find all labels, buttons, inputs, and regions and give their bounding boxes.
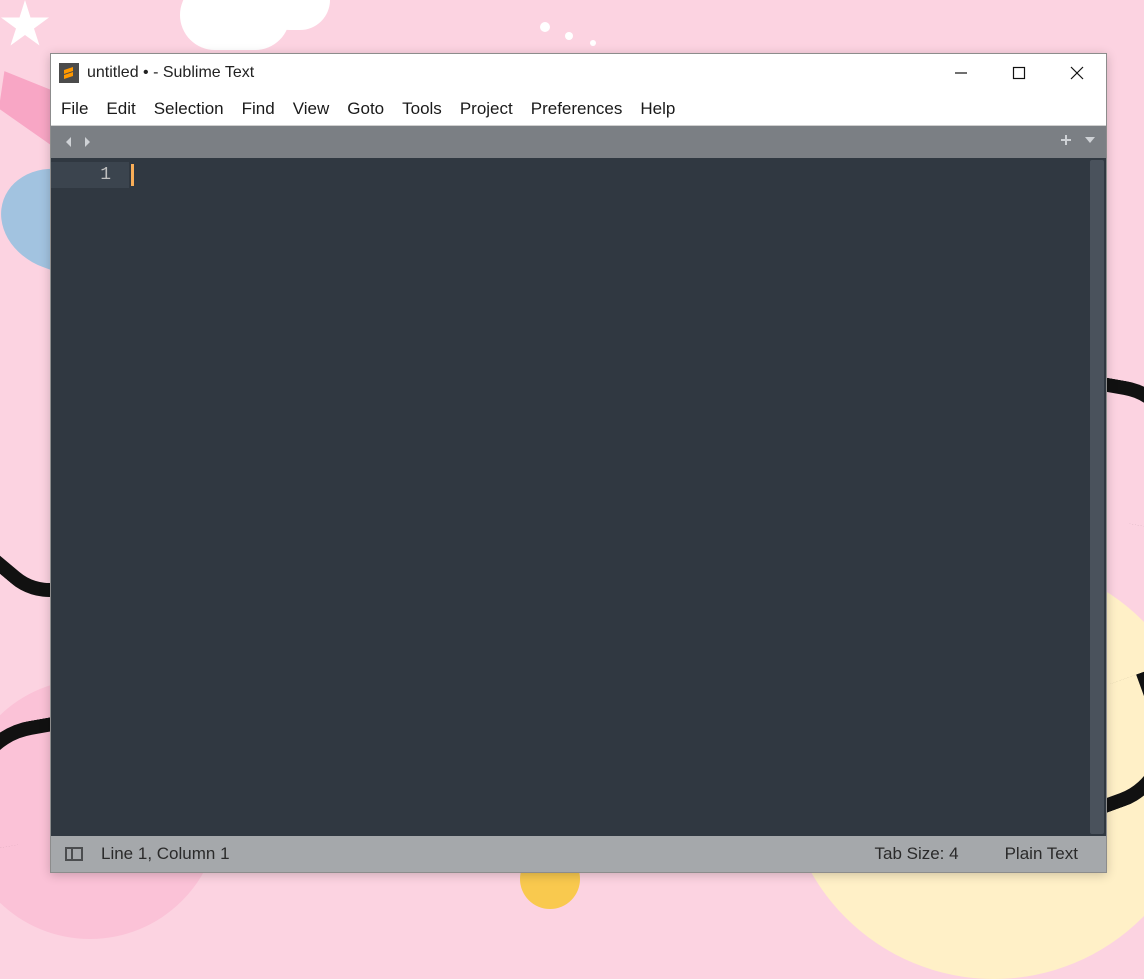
menu-view[interactable]: View bbox=[293, 99, 330, 119]
status-position[interactable]: Line 1, Column 1 bbox=[101, 844, 230, 864]
statusbar: Line 1, Column 1 Tab Size: 4 Plain Text bbox=[51, 836, 1106, 872]
new-tab-icon[interactable] bbox=[1060, 133, 1072, 151]
close-button[interactable] bbox=[1048, 54, 1106, 92]
menu-edit[interactable]: Edit bbox=[106, 99, 135, 119]
editor-area: 1 bbox=[51, 158, 1106, 836]
app-window: untitled • - Sublime Text File Edit Sele… bbox=[50, 53, 1107, 873]
minimize-button[interactable] bbox=[932, 54, 990, 92]
line-number: 1 bbox=[51, 162, 129, 188]
gutter: 1 bbox=[51, 158, 129, 836]
text-cursor bbox=[131, 164, 134, 186]
menu-find[interactable]: Find bbox=[242, 99, 275, 119]
menu-file[interactable]: File bbox=[61, 99, 88, 119]
maximize-button[interactable] bbox=[990, 54, 1048, 92]
panel-switcher-icon[interactable] bbox=[65, 847, 83, 861]
app-icon bbox=[59, 63, 79, 83]
menu-tools[interactable]: Tools bbox=[402, 99, 442, 119]
tabbar bbox=[51, 126, 1106, 158]
wallpaper-star bbox=[0, 0, 50, 50]
status-tab-size[interactable]: Tab Size: 4 bbox=[860, 844, 972, 864]
menubar: File Edit Selection Find View Goto Tools… bbox=[51, 92, 1106, 126]
menu-selection[interactable]: Selection bbox=[154, 99, 224, 119]
wallpaper-dot bbox=[540, 22, 550, 32]
vertical-scrollbar[interactable] bbox=[1090, 160, 1104, 834]
menu-goto[interactable]: Goto bbox=[347, 99, 384, 119]
status-syntax[interactable]: Plain Text bbox=[991, 844, 1092, 864]
text-area[interactable] bbox=[129, 158, 1106, 836]
window-title: untitled • - Sublime Text bbox=[87, 64, 254, 82]
tab-history-forward-icon[interactable] bbox=[79, 134, 95, 150]
tab-dropdown-icon[interactable] bbox=[1084, 133, 1096, 151]
wallpaper-dot bbox=[565, 32, 573, 40]
titlebar[interactable]: untitled • - Sublime Text bbox=[51, 54, 1106, 92]
wallpaper-dot bbox=[590, 40, 596, 46]
menu-help[interactable]: Help bbox=[640, 99, 675, 119]
menu-preferences[interactable]: Preferences bbox=[531, 99, 623, 119]
menu-project[interactable]: Project bbox=[460, 99, 513, 119]
tab-history-back-icon[interactable] bbox=[61, 134, 77, 150]
